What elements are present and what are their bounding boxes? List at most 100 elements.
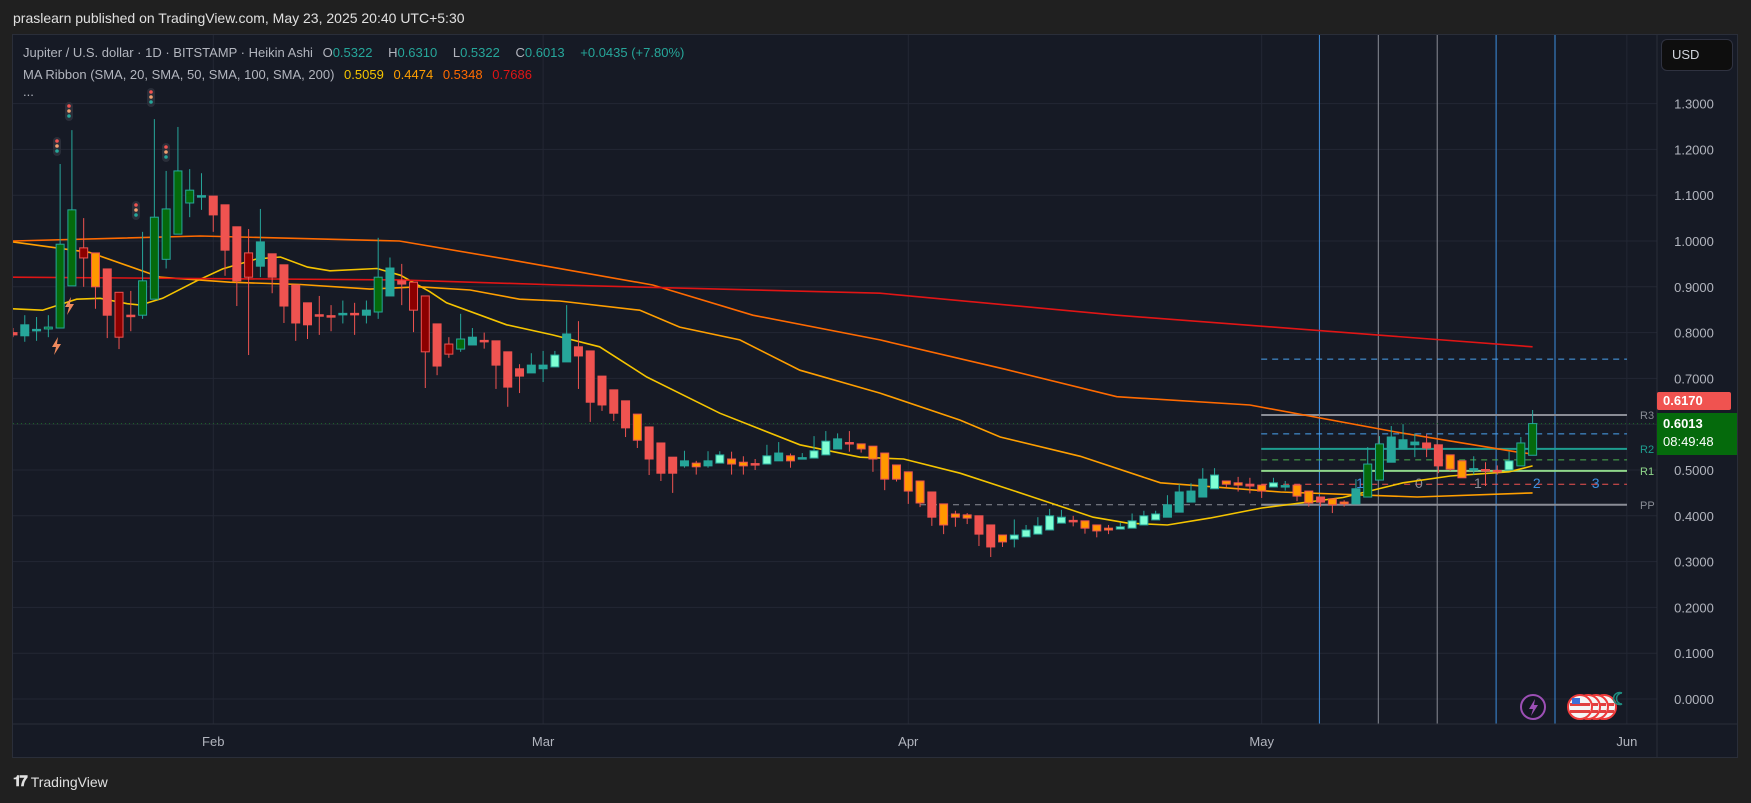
candle-body <box>962 514 972 519</box>
candle-body <box>856 443 866 450</box>
lightning-icon <box>52 337 61 355</box>
candle <box>550 350 560 368</box>
candle-body <box>1210 474 1220 490</box>
time-tick-label: Apr <box>898 734 919 749</box>
candle-body <box>868 445 878 460</box>
candle <box>974 515 984 547</box>
candle <box>1445 454 1455 471</box>
candle-body <box>738 461 748 467</box>
candle-body <box>1115 526 1125 530</box>
time-tick-label: Mar <box>532 734 555 749</box>
candle <box>562 305 572 363</box>
candle-body <box>1398 439 1408 450</box>
more-indicators-button[interactable]: ... <box>23 84 34 99</box>
candle <box>1268 477 1278 488</box>
candle-body <box>750 463 760 466</box>
candle-body <box>691 462 701 468</box>
candle <box>1280 480 1290 491</box>
candle-body <box>255 241 265 267</box>
candle <box>373 237 383 319</box>
price-tick-label: 0.5000 <box>1674 463 1714 478</box>
price-tick-label: 0.7000 <box>1674 371 1714 386</box>
tradingview-logo-icon: 𝟏𝟕 <box>13 773 28 790</box>
candle-body <box>974 515 984 535</box>
candle-body <box>550 354 560 368</box>
candle-body <box>1009 534 1019 540</box>
candle <box>90 252 100 309</box>
candle-body <box>67 209 77 287</box>
candle-body <box>644 426 654 460</box>
candle-body <box>1292 484 1302 497</box>
last-price: 0.6013 <box>1663 416 1703 431</box>
candle-body <box>185 189 195 204</box>
candle-body <box>1327 498 1337 506</box>
signal-light-amber <box>67 109 71 113</box>
candle <box>1410 433 1420 458</box>
candle-body <box>621 400 631 429</box>
price-tick-label: 0.3000 <box>1674 555 1714 570</box>
candle-body <box>1351 488 1361 505</box>
candle <box>361 300 371 324</box>
candle-body <box>597 375 607 406</box>
candle-body <box>998 534 1008 543</box>
candle <box>244 229 254 356</box>
plot-area: R3R2R1PP1 0 1 2 3 <box>13 35 1657 724</box>
candle <box>785 453 795 468</box>
candle-body <box>1363 463 1373 498</box>
candle <box>679 450 689 468</box>
candle <box>444 337 454 358</box>
candle <box>632 413 642 449</box>
candle <box>1104 524 1114 535</box>
cycle-number-label: 3 <box>1592 475 1600 491</box>
candle-body <box>444 343 454 355</box>
candle-body <box>467 336 477 346</box>
candle <box>1374 436 1384 481</box>
price-tick-label: 0.4000 <box>1674 509 1714 524</box>
candle-body <box>385 267 395 297</box>
candle-body <box>1033 525 1043 535</box>
candle <box>161 170 171 269</box>
candle <box>1528 410 1538 456</box>
candle-body <box>314 314 324 317</box>
candle <box>656 442 666 481</box>
candle <box>303 302 312 340</box>
signal-light-amber <box>164 150 168 154</box>
candle <box>950 510 960 527</box>
signal-light-amber <box>134 208 138 212</box>
pivot-label: R1 <box>1640 466 1654 478</box>
bar-countdown: 08:49:48 <box>1663 434 1714 449</box>
candle-body <box>138 280 148 316</box>
currency-button[interactable]: USD <box>1661 39 1733 71</box>
candle-body <box>915 480 925 504</box>
candle-body <box>1092 524 1102 532</box>
ma-ribbon-legend[interactable]: MA Ribbon (SMA, 20, SMA, 50, SMA, 100, S… <box>23 67 538 82</box>
candle <box>232 226 242 307</box>
price-tick-label: 0.2000 <box>1674 600 1714 615</box>
candle-body <box>20 324 30 337</box>
signal-light-red <box>134 203 138 207</box>
candle <box>715 451 725 464</box>
candle <box>915 480 925 508</box>
candle-body <box>1469 468 1479 471</box>
candle-body <box>361 309 371 316</box>
signal-light-green <box>149 100 153 104</box>
moving-average-line <box>13 256 1533 526</box>
price-chart[interactable]: R3R2R1PP1 0 1 2 3 0.00000.10000.20000.30000.… <box>0 0 1751 803</box>
tradingview-logo[interactable]: 𝟏𝟕 TradingView <box>13 773 108 790</box>
candle-body <box>338 312 348 316</box>
symbol-legend[interactable]: Jupiter / U.S. dollar · 1D · BITSTAMP · … <box>23 45 690 60</box>
candle <box>538 350 548 383</box>
candle-body <box>479 339 489 343</box>
candle-body <box>939 503 949 526</box>
candle <box>644 426 654 476</box>
candle <box>196 173 206 210</box>
candle-body <box>668 456 678 474</box>
candle <box>350 302 360 335</box>
candle <box>585 350 595 422</box>
candle-body <box>727 458 737 465</box>
candle-body <box>1481 469 1490 472</box>
candle <box>892 464 901 482</box>
candle-body <box>632 413 642 441</box>
candle <box>338 300 348 324</box>
candle <box>668 456 678 493</box>
